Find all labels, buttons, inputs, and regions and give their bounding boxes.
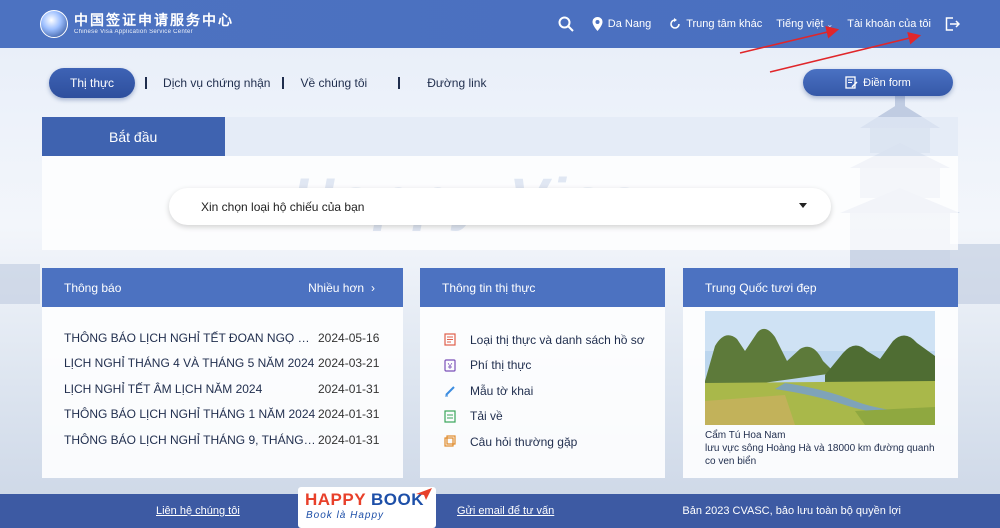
footer: Liên hệ chúng tôi Gửi email để tư vấn Bả…: [0, 494, 1000, 528]
nav-divider: [282, 77, 285, 89]
notice-item-title: THÔNG BÁO LỊCH NGHỈ THÁNG 9, THÁNG 10...: [64, 432, 318, 447]
visa-info-label: Loại thị thực và danh sách hồ sơ: [470, 332, 645, 347]
notice-item-title: LỊCH NGHỈ THÁNG 4 VÀ THÁNG 5 NĂM 2024: [64, 356, 315, 371]
list-item[interactable]: LỊCH NGHỈ THÁNG 4 VÀ THÁNG 5 NĂM 2024 20…: [42, 351, 403, 377]
visa-info-label: Tải về: [470, 409, 503, 424]
more-label: Nhiều hơn: [308, 280, 364, 295]
beautiful-china-card: Trung Quốc tươi đẹp Cẩm Tú Hoa Nam lưu v…: [683, 268, 958, 478]
notice-item-title: THÔNG BÁO LỊCH NGHỈ THÁNG 1 NĂM 2024: [64, 407, 316, 422]
nav-item-visa[interactable]: Thị thực: [49, 68, 136, 98]
notice-item-date: 2024-01-31: [318, 407, 380, 422]
notice-item-date: 2024-01-31: [318, 432, 380, 447]
search-button[interactable]: [558, 16, 574, 32]
photo-caption-text: lưu vực sông Hoàng Hà và 18000 km đường …: [705, 443, 935, 467]
other-center-label: Trung tâm khác: [686, 18, 763, 30]
refresh-icon: [670, 18, 681, 29]
download-icon: [444, 410, 456, 423]
visa-info-list: Loại thị thực và danh sách hồ sơ ¥ Phí t…: [420, 307, 665, 455]
logo-chinese-text: 中国签证申请服务中心: [74, 12, 234, 28]
pen-icon: [445, 386, 455, 397]
nav-divider: [398, 77, 401, 89]
language-label: Tiếng việt: [776, 18, 824, 30]
notice-item-date: 2024-05-16: [318, 330, 380, 345]
visa-info-label: Mẫu tờ khai: [470, 383, 534, 398]
list-item[interactable]: THÔNG BÁO LỊCH NGHỈ THÁNG 9, THÁNG 10...…: [42, 427, 403, 453]
logout-button[interactable]: [945, 17, 960, 31]
notice-item-date: 2024-03-21: [318, 356, 380, 371]
notice-list: THÔNG BÁO LỊCH NGHỈ TẾT ĐOAN NGỌ NĂM... …: [42, 307, 403, 453]
dropdown-caret-icon: [799, 203, 807, 208]
language-selector[interactable]: Tiếng việt ⌄: [776, 18, 833, 30]
nav-item-about[interactable]: Về chúng tôi: [300, 76, 367, 90]
watermark-brand: HAPPY BOOK: [305, 490, 424, 509]
my-account-link[interactable]: Tài khoản của tôi: [847, 18, 931, 30]
document-list-icon: [444, 333, 456, 346]
more-link[interactable]: Nhiều hơn ›: [308, 268, 375, 307]
location-label: Da Nang: [607, 18, 652, 30]
landscape-image: [705, 311, 935, 425]
location-selector[interactable]: Da Nang: [592, 17, 651, 31]
other-center-link[interactable]: Trung tâm khác: [669, 18, 762, 30]
copyright-text: Bản 2023 CVASC, bảo lưu toàn bộ quyền lợ…: [682, 505, 901, 517]
notice-item-title: LỊCH NGHỈ TẾT ÂM LỊCH NĂM 2024: [64, 381, 263, 396]
nav-divider: [145, 77, 148, 89]
chevron-right-icon: ›: [371, 280, 375, 295]
notice-item-title: THÔNG BÁO LỊCH NGHỈ TẾT ĐOAN NGỌ NĂM...: [64, 330, 318, 345]
notice-card: Thông báo Nhiều hơn › THÔNG BÁO LỊCH NGH…: [42, 268, 403, 478]
email-consult-link[interactable]: Gửi email để tư vấn: [457, 505, 554, 517]
logo-english-text: Chinese Visa Application Service Center: [74, 29, 193, 35]
visa-info-title: Thông tin thị thực: [442, 280, 536, 295]
photo-caption: Cẩm Tú Hoa Nam lưu vực sông Hoàng Hà và …: [705, 429, 945, 468]
watermark-slogan: Book là Happy: [306, 510, 385, 521]
search-icon: [558, 16, 574, 32]
happy-book-watermark-logo: HAPPY BOOK Book là Happy: [298, 487, 436, 528]
globe-logo-icon: [40, 10, 68, 38]
nav-item-links[interactable]: Đường link: [427, 76, 486, 90]
beautiful-china-title: Trung Quốc tươi đẹp: [705, 280, 817, 295]
my-account-label: Tài khoản của tôi: [847, 18, 931, 30]
nav-item-certification[interactable]: Dịch vụ chứng nhận: [163, 76, 270, 90]
passport-type-select[interactable]: Xin chọn loại hộ chiếu của bạn: [169, 188, 831, 225]
visa-info-item-form[interactable]: Mẫu tờ khai: [420, 378, 665, 404]
list-item[interactable]: THÔNG BÁO LỊCH NGHỈ TẾT ĐOAN NGỌ NĂM... …: [42, 325, 403, 351]
visa-info-item-types[interactable]: Loại thị thực và danh sách hồ sơ: [420, 327, 665, 353]
form-edit-icon: [845, 76, 858, 89]
faq-icon: [444, 435, 456, 447]
fill-form-button[interactable]: Điền form: [803, 69, 953, 96]
visa-info-item-faq[interactable]: Câu hỏi thường gặp: [420, 429, 665, 455]
landscape-photo[interactable]: [705, 311, 935, 425]
list-item[interactable]: THÔNG BÁO LỊCH NGHỈ THÁNG 1 NĂM 2024 202…: [42, 402, 403, 428]
visa-info-card: Thông tin thị thực Loại thị thực và danh…: [420, 268, 665, 478]
fill-form-label: Điền form: [863, 76, 911, 89]
list-item[interactable]: LỊCH NGHỈ TẾT ÂM LỊCH NĂM 2024 2024-01-3…: [42, 376, 403, 402]
passport-type-placeholder: Xin chọn loại hộ chiếu của bạn: [201, 199, 365, 214]
start-band: [225, 117, 958, 156]
visa-info-label: Câu hỏi thường gặp: [470, 434, 578, 449]
visa-info-label: Phí thị thực: [470, 358, 532, 373]
paper-plane-icon: [416, 488, 432, 500]
main-nav: Thị thực Dịch vụ chứng nhận Về chúng tôi…: [49, 68, 486, 98]
logout-icon: [945, 17, 960, 31]
top-header: 中国签证申请服务中心 Chinese Visa Application Serv…: [0, 0, 1000, 48]
visa-info-item-fees[interactable]: ¥ Phí thị thực: [420, 353, 665, 379]
start-tab[interactable]: Bắt đầu: [42, 117, 225, 156]
svg-text:¥: ¥: [447, 362, 453, 371]
location-pin-icon: [592, 17, 603, 31]
photo-caption-title: Cẩm Tú Hoa Nam: [705, 430, 786, 441]
chevron-down-icon: ⌄: [826, 19, 834, 29]
logo[interactable]: 中国签证申请服务中心 Chinese Visa Application Serv…: [40, 10, 234, 38]
contact-link[interactable]: Liên hệ chúng tôi: [156, 505, 240, 517]
visa-info-item-download[interactable]: Tải về: [420, 404, 665, 430]
notice-item-date: 2024-01-31: [318, 381, 380, 396]
fee-icon: ¥: [444, 359, 456, 372]
notice-title: Thông báo: [64, 280, 122, 295]
